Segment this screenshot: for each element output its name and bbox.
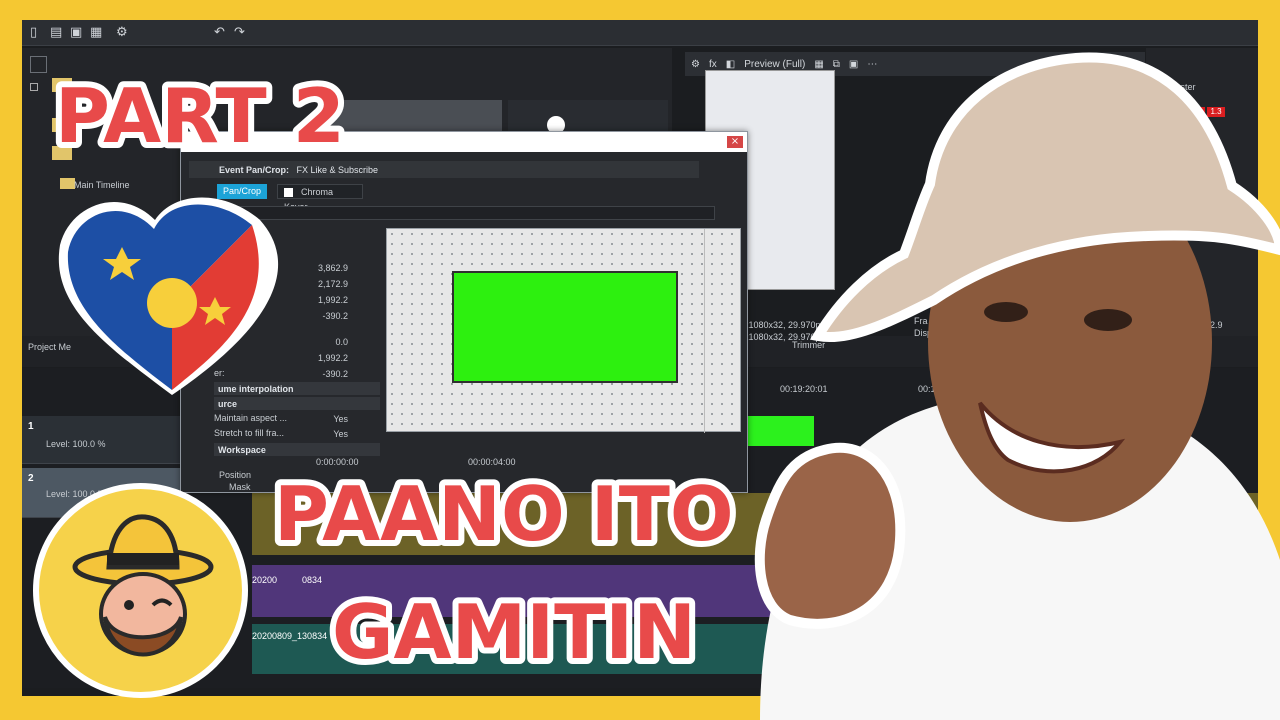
meter-value: 2.0 [1187,107,1205,117]
settings-icon[interactable]: ⚙ [691,59,700,70]
title-line-1: PAANO ITO [274,470,734,558]
close-icon[interactable]: × [727,136,743,148]
video-fx-icon[interactable]: fx [709,59,717,70]
pan-crop-canvas[interactable] [386,228,741,433]
position-label: Position [219,470,252,480]
timecode: 00:19:20:01 [780,384,828,394]
frame-rate-label: Fra [914,316,928,326]
timecode: 00:19:30: [918,384,956,394]
grid-icon[interactable]: ▦ [814,59,823,70]
split-screen-icon[interactable]: ◧ [726,59,735,70]
master-label: Master [1168,82,1196,92]
guide-line [704,229,705,433]
expand-icon[interactable] [30,83,38,91]
channel-logo [33,483,248,698]
display-label: Disp [914,328,933,338]
part-number-text: PART 2 [55,72,345,160]
copy-snapshot-icon[interactable]: ⧉ [833,59,840,70]
more-icon[interactable]: ⋯ [867,59,877,70]
title-line-2: GAMITIN [332,588,696,676]
meter-value: 1.3 [1207,107,1225,117]
philippine-flag-heart-icon [58,197,279,395]
part-title: PART 2 [49,66,351,166]
master-bus-panel: Master 2.0 1.3 [1146,48,1258,340]
format-line: x1080x32, 29.970p [744,320,821,330]
video-title: PAANO ITO GAMITIN [268,464,740,682]
crop-rectangle[interactable] [452,271,678,383]
save-snapshot-icon[interactable]: ▣ [849,59,858,70]
video-track-header: 1 Level: 100.0 % [22,416,182,464]
preview-quality-label[interactable]: Preview (Full) [744,59,805,70]
track-number: 1 [28,421,34,432]
track-number: 2 [28,473,34,484]
mascot-icon [72,514,214,657]
track-level[interactable]: Level: 100.0 % [46,439,106,449]
trimmer-tab[interactable]: Trimmer [792,340,825,350]
meter-number: 2.9 [1210,320,1223,330]
mask-label: Mask [229,482,251,492]
new-file-icon[interactable]: ▯ [30,25,37,41]
